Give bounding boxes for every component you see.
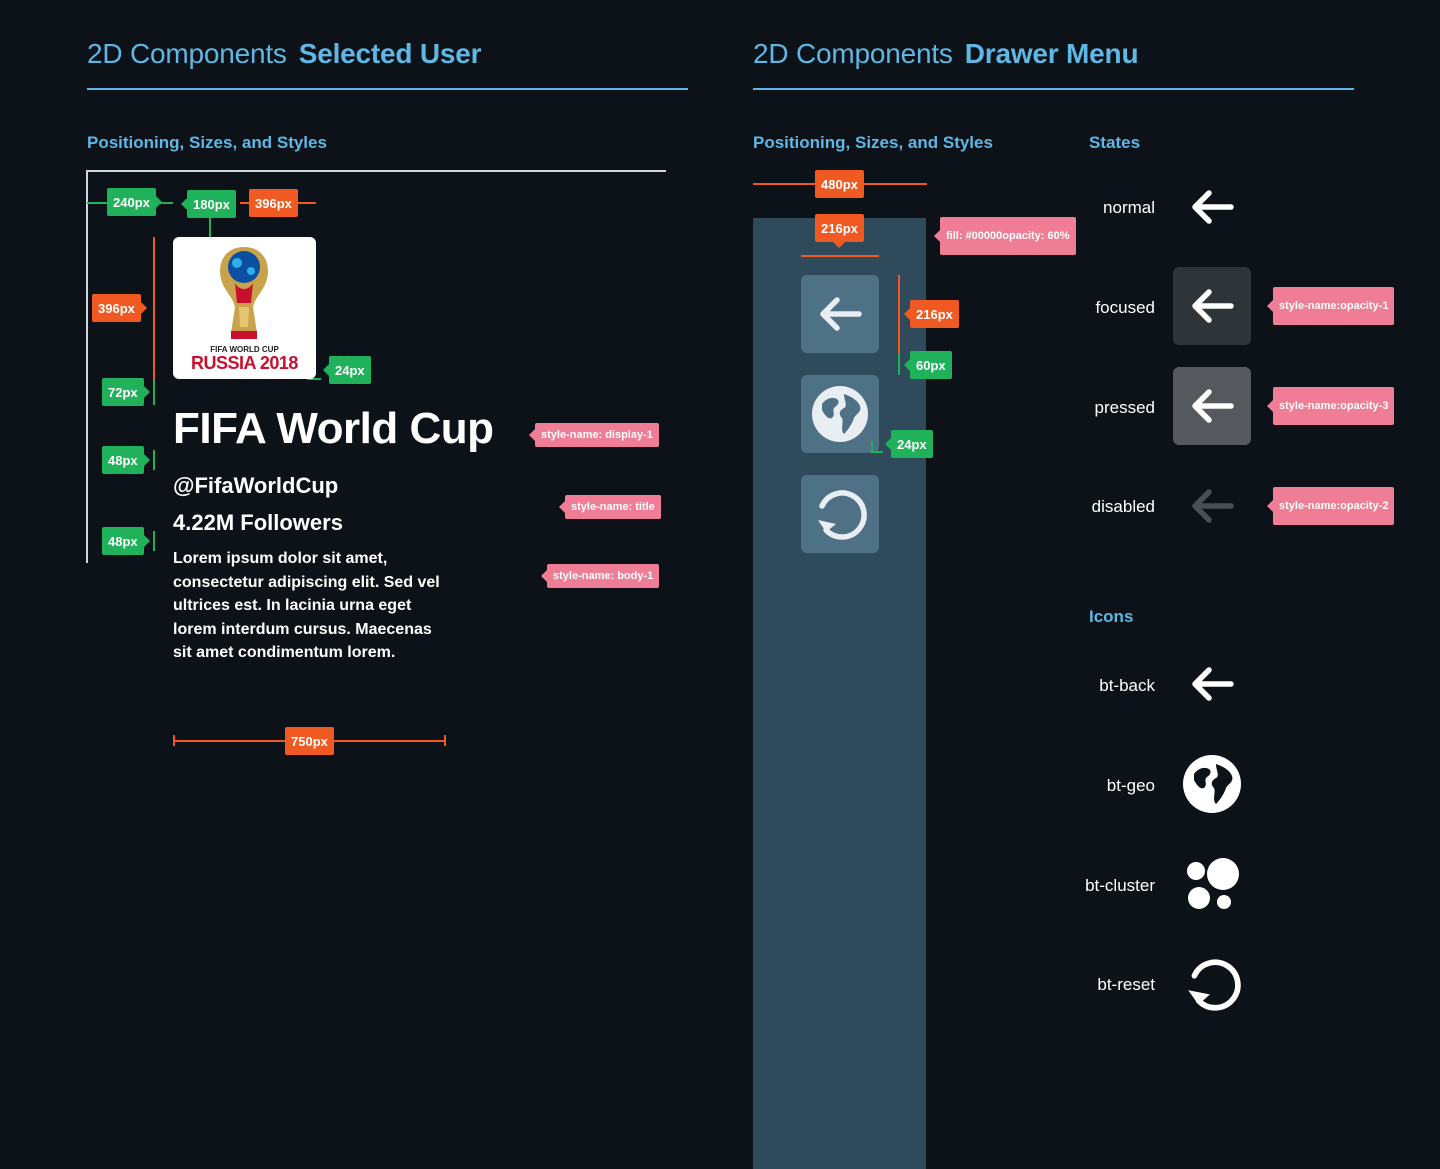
left-subheading: Positioning, Sizes, and Styles: [87, 133, 327, 152]
icon-label-bt-geo: bt-geo: [1106, 776, 1155, 795]
dim-48b-line: [153, 531, 155, 551]
drawer-reset-button[interactable]: [801, 475, 879, 553]
right-heading-light: 2D Components: [753, 38, 953, 69]
user-bio: Lorem ipsum dolor sit amet, consectetur …: [173, 550, 440, 661]
user-name: FIFA World Cup: [173, 404, 494, 453]
state-focused-button[interactable]: [1173, 267, 1251, 345]
dim-396a-tag: 396px: [249, 189, 298, 217]
right-section-heading: 2D Components Drawer Menu: [753, 38, 1139, 70]
dim-60-tag: 60px: [904, 351, 952, 379]
fifa-logo-card: FIFA WORLD CUP RUSSIA 2018: [173, 237, 316, 379]
state-style-disabled-line2: opacity-2: [1340, 500, 1389, 512]
dim-396b-tag: 396px: [92, 294, 147, 322]
dim-750-tag: 750px: [285, 727, 334, 755]
state-style-focused: style-name: opacity-1: [1266, 287, 1395, 325]
right-heading-rule: [753, 88, 1354, 90]
cluster-icon: [1187, 858, 1239, 909]
fill-note-line2: opacity: 60%: [1002, 230, 1070, 242]
dim-480-tag: 480px: [815, 170, 864, 198]
right-heading-bold: Drawer Menu: [964, 38, 1139, 69]
state-label-normal: normal: [1103, 198, 1155, 217]
dim-24r-tag: 24px: [885, 430, 933, 458]
arrow-left-icon: [1192, 389, 1234, 423]
states-title: States: [1089, 133, 1141, 152]
state-style-disabled-line1: style-name:: [1279, 500, 1341, 512]
state-style-focused-line2: opacity-1: [1340, 300, 1389, 312]
user-handle: @FifaWorldCup: [173, 473, 339, 498]
state-style-pressed-line2: opacity-3: [1340, 400, 1389, 412]
state-label-focused: focused: [1095, 298, 1155, 317]
dim-216a-tag: 216px: [815, 214, 864, 248]
left-heading-light: 2D Components: [87, 38, 287, 69]
style-tag-title: style-name: title: [559, 495, 661, 519]
dim-60-line: [898, 353, 900, 375]
style-tag-display: style-name: display-1: [529, 423, 659, 447]
world-cup-trophy-icon: [219, 247, 269, 339]
drawer-panel: [753, 218, 926, 1169]
frame-top-line: [87, 170, 666, 172]
dim-72-line: [153, 379, 155, 405]
arrow-left-icon: [1192, 190, 1234, 224]
drawer-geo-button[interactable]: [801, 375, 879, 453]
dim-750-cap-right: [444, 735, 446, 746]
fill-note-line1: fill: #00000: [946, 230, 1003, 242]
arrow-left-icon: [1192, 489, 1234, 523]
left-heading-rule: [87, 88, 688, 90]
icon-label-bt-cluster: bt-cluster: [1085, 876, 1155, 895]
dim-216a-line: [801, 255, 879, 257]
dim-24r-line-h: [871, 451, 883, 453]
state-style-disabled: style-name: opacity-2: [1266, 487, 1395, 525]
frame-left-line: [86, 170, 88, 563]
dim-240-tag: 240px: [107, 188, 162, 216]
state-disabled-button: [1173, 467, 1251, 545]
dim-216b-tag: 216px: [904, 300, 959, 328]
globe-icon: [812, 386, 868, 442]
state-style-pressed: style-name: opacity-3: [1266, 387, 1395, 425]
icon-label-bt-back: bt-back: [1099, 676, 1155, 695]
dim-180-tag: 180px: [181, 190, 236, 218]
left-heading-bold: Selected User: [298, 38, 482, 69]
dim-24-tag: 24px: [323, 356, 371, 384]
state-label-disabled: disabled: [1091, 497, 1155, 516]
dim-48a-tag: 48px: [102, 446, 150, 474]
arrow-left-icon: [1192, 289, 1234, 323]
drawer-fill-note: fill: #00000 opacity: 60%: [934, 217, 1076, 255]
state-style-focused-line1: style-name:: [1279, 300, 1341, 312]
drawer-back-button[interactable]: [801, 275, 879, 353]
state-normal-button[interactable]: [1173, 168, 1251, 246]
reset-icon: [818, 490, 867, 540]
globe-icon: [1183, 755, 1241, 813]
dim-396b-line: [153, 237, 155, 379]
dim-48b-tag: 48px: [102, 527, 150, 555]
state-label-pressed: pressed: [1094, 398, 1155, 417]
arrow-left-icon: [820, 297, 862, 331]
reset-icon: [1188, 959, 1241, 1011]
dim-48a-line: [153, 450, 155, 470]
logo-wordmark: RUSSIA 2018: [191, 353, 298, 373]
dim-72-tag: 72px: [102, 378, 150, 406]
state-style-pressed-line1: style-name:: [1279, 400, 1341, 412]
left-section-heading: 2D Components Selected User: [87, 38, 482, 70]
icons-title: Icons: [1089, 607, 1134, 626]
dim-750-cap-left: [173, 735, 175, 746]
dim-216b-line: [898, 275, 900, 353]
state-pressed-button[interactable]: [1173, 367, 1251, 445]
arrow-left-icon: [1192, 667, 1234, 701]
user-followers: 4.22M Followers: [173, 510, 343, 535]
style-tag-body: style-name: body-1: [540, 564, 660, 588]
icon-label-bt-reset: bt-reset: [1097, 975, 1155, 994]
right-subheading: Positioning, Sizes, and Styles: [753, 133, 993, 152]
